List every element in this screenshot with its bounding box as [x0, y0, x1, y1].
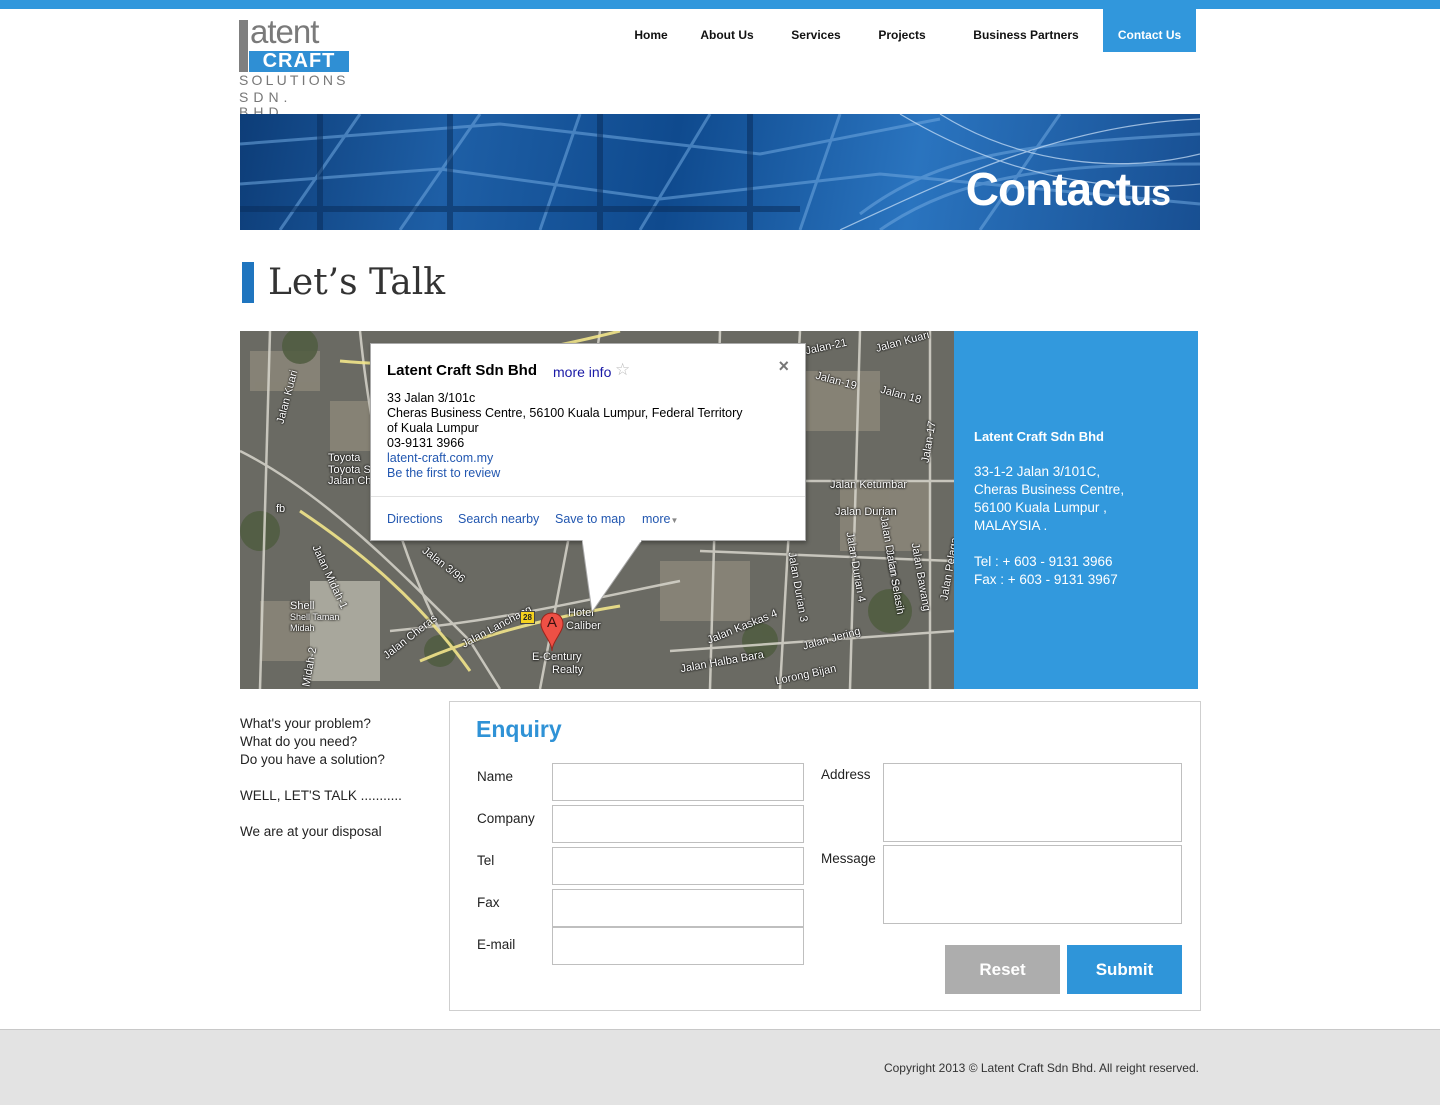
popup-more-info-link[interactable]: more info	[553, 364, 611, 380]
intro-line: We are at your disposal	[240, 824, 382, 839]
route-shield: 28	[520, 611, 535, 624]
copyright-text: Copyright 2013 © Latent Craft Sdn Bhd. A…	[883, 1061, 1199, 1075]
nav-about-us[interactable]: About Us	[690, 9, 764, 52]
info-address-line: 56100 Kuala Lumpur ,	[974, 500, 1107, 515]
popup-review-link[interactable]: Be the first to review	[387, 466, 500, 481]
info-fax: Fax : + 603 - 9131 3967	[974, 572, 1118, 587]
company-label: Company	[477, 811, 535, 826]
tel-input[interactable]	[552, 847, 804, 885]
company-input[interactable]	[552, 805, 804, 843]
name-input[interactable]	[552, 763, 804, 801]
close-icon[interactable]: ×	[778, 356, 789, 377]
intro-line: Do you have a solution?	[240, 752, 385, 767]
map-label: Toyota	[328, 452, 361, 464]
chevron-down-icon: ▼	[670, 516, 679, 525]
logo-word-latent: atent	[250, 13, 319, 50]
popup-divider	[371, 496, 805, 497]
info-address-line: MALAYSIA .	[974, 518, 1048, 533]
fax-input[interactable]	[552, 889, 804, 927]
map-label: Caliber	[566, 620, 601, 632]
banner-title-small: us	[1129, 172, 1171, 213]
map-label: Midah	[290, 623, 315, 633]
popup-more-label: more	[642, 512, 671, 526]
enquiry-form: Enquiry Name Company Tel Fax E-mail Addr…	[449, 701, 1201, 1011]
submit-button[interactable]: Submit	[1067, 945, 1182, 994]
name-label: Name	[477, 769, 514, 784]
star-icon[interactable]: ☆	[615, 360, 630, 380]
marker-letter: A	[546, 614, 557, 631]
email-input[interactable]	[552, 927, 804, 965]
popup-directions-link[interactable]: Directions	[387, 512, 443, 526]
intro-line: What's your problem?	[240, 716, 371, 731]
message-textarea[interactable]	[883, 845, 1182, 924]
contact-info-panel: Latent Craft Sdn Bhd 33-1-2 Jalan 3/101C…	[954, 331, 1198, 689]
popup-address-line: 33 Jalan 3/101c	[387, 391, 476, 405]
message-label: Message	[821, 851, 876, 866]
nav-contact-us[interactable]: Contact Us	[1103, 9, 1196, 52]
popup-address-line: Cheras Business Centre, 56100 Kuala Lump…	[387, 406, 743, 420]
popup-search-nearby-link[interactable]: Search nearby	[458, 512, 539, 526]
popup-save-to-map-link[interactable]: Save to map	[555, 512, 625, 526]
info-tel: Tel : + 603 - 9131 3966	[974, 554, 1113, 569]
intro-line: What do you need?	[240, 734, 358, 749]
popup-phone: 03-9131 3966	[387, 436, 465, 450]
popup-title: Latent Craft Sdn Bhd	[387, 362, 537, 379]
page-footer: Copyright 2013 © Latent Craft Sdn Bhd. A…	[0, 1029, 1440, 1105]
nav-home[interactable]: Home	[620, 9, 682, 52]
page-banner: Contactus	[240, 114, 1200, 230]
address-textarea[interactable]	[883, 763, 1182, 842]
enquiry-title: Enquiry	[476, 716, 562, 742]
tel-label: Tel	[477, 853, 495, 868]
address-label: Address	[821, 767, 871, 782]
banner-title-main: Contact	[965, 163, 1131, 215]
banner-title: Contactus	[965, 163, 1171, 218]
page-title: Let’s Talk	[268, 262, 446, 303]
popup-website-link[interactable]: latent-craft.com.my	[387, 451, 493, 466]
info-address-line: 33-1-2 Jalan 3/101C,	[974, 464, 1101, 479]
google-map[interactable]: Jalan Kuari Jalan-21 Jalan-19 Jalan 18 J…	[240, 331, 954, 689]
top-accent-bar	[0, 0, 1440, 9]
info-company-name: Latent Craft Sdn Bhd	[974, 429, 1104, 444]
map-label: E-Century	[532, 651, 582, 663]
map-label: Shell	[290, 600, 315, 612]
company-logo[interactable]: atent CRAFT SOLUTIONS SDN. BHD.	[238, 13, 353, 120]
logo-word-craft: CRAFT	[249, 51, 349, 72]
intro-line: WELL, LET'S TALK ...........	[240, 788, 402, 803]
popup-more-link[interactable]: more▼	[642, 512, 678, 526]
logo-l-mark	[239, 20, 248, 72]
nav-services[interactable]: Services	[780, 9, 852, 52]
map-info-window: Latent Craft Sdn Bhd more info ☆ × 33 Ja…	[370, 343, 806, 541]
map-label: Shell Taman	[290, 612, 340, 622]
email-label: E-mail	[477, 937, 516, 952]
logo-word-solutions: SOLUTIONS	[239, 72, 349, 88]
map-label: fb	[276, 503, 286, 515]
popup-tail	[582, 540, 642, 612]
nav-projects[interactable]: Projects	[866, 9, 938, 52]
nav-business-partners[interactable]: Business Partners	[964, 9, 1088, 52]
reset-button[interactable]: Reset	[945, 945, 1060, 994]
map-label: Realty	[552, 664, 584, 676]
popup-address-line: of Kuala Lumpur	[387, 421, 479, 435]
map-label: Jalan Ketumbar	[830, 479, 908, 491]
heading-accent-bar	[242, 262, 254, 303]
fax-label: Fax	[477, 895, 500, 910]
info-address-line: Cheras Business Centre,	[974, 482, 1125, 497]
